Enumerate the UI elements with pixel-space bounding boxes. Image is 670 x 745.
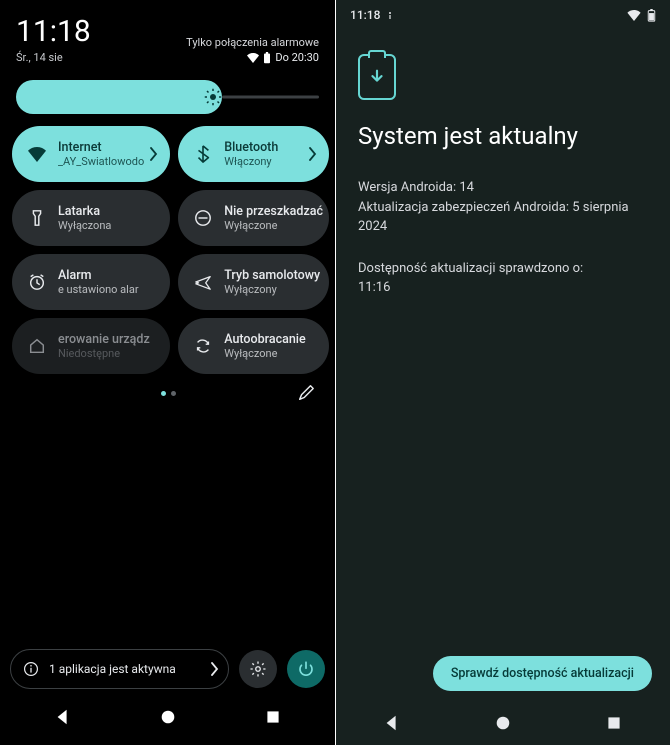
- info-icon: [23, 661, 39, 677]
- checked-time: 11:16: [358, 278, 648, 298]
- tile-sub: Wyłączone: [224, 219, 323, 232]
- brightness-icon: [204, 88, 222, 106]
- gear-icon: [249, 660, 267, 678]
- date-label: Śr., 14 sie: [16, 51, 63, 64]
- tile-label: Autoobracanie: [224, 332, 323, 347]
- rotate-icon: [192, 337, 214, 355]
- tile-airplane[interactable]: Tryb samolotowy Wyłączony: [178, 254, 329, 310]
- wifi-icon: [247, 53, 259, 63]
- home-icon: [26, 337, 48, 355]
- tile-autorotate[interactable]: Autoobracanie Wyłączone: [178, 318, 329, 374]
- nav-bar: [10, 697, 325, 737]
- brightness-slider[interactable]: [0, 70, 335, 126]
- android-version-line: Wersja Androida: 14: [358, 178, 648, 198]
- tile-internet[interactable]: Internet _AY_Swiatlowodo: [12, 126, 170, 182]
- wifi-icon: [627, 10, 641, 21]
- alarm-icon: [26, 273, 48, 291]
- battery-icon: [647, 9, 656, 22]
- battery-icon: [263, 52, 271, 64]
- tile-bluetooth[interactable]: Bluetooth Włączony: [178, 126, 329, 182]
- tile-alarm[interactable]: Alarm e ustawiono alar: [12, 254, 170, 310]
- edit-tiles-button[interactable]: [297, 384, 315, 402]
- tile-label: Nie przeszkadzać: [224, 204, 323, 219]
- qs-tiles: Internet _AY_Swiatlowodo Bluetooth Włącz…: [0, 126, 335, 374]
- power-button[interactable]: [287, 650, 325, 688]
- phone-quick-settings: 11:18 Tylko połączenia alarmowe Śr., 14 …: [0, 0, 335, 745]
- tile-dnd[interactable]: Nie przeszkadzać Wyłączone: [178, 190, 329, 246]
- phone-system-update: 11:18 System jest aktualny Wersja Androi…: [335, 0, 670, 745]
- nav-back-button[interactable]: [43, 697, 83, 737]
- tile-flashlight[interactable]: Latarka Wyłączona: [12, 190, 170, 246]
- battery-until-label: Do 20:30: [275, 51, 319, 64]
- nav-home-button[interactable]: [148, 697, 188, 737]
- tile-label: erowanie urządz: [58, 332, 164, 347]
- wifi-icon: [26, 147, 48, 162]
- nav-home-button[interactable]: [483, 703, 523, 743]
- bluetooth-icon: [192, 145, 214, 163]
- tile-sub: _AY_Swiatlowodo: [58, 155, 144, 168]
- update-phone-icon: [358, 54, 396, 100]
- active-apps-label: 1 aplikacja jest aktywna: [49, 662, 176, 676]
- dnd-icon: [192, 209, 214, 227]
- status-time: 11:18: [350, 8, 380, 22]
- notification-dot-icon: [386, 10, 394, 20]
- airplane-icon: [192, 273, 214, 291]
- tile-label: Internet: [58, 140, 144, 155]
- checked-label: Dostępność aktualizacji sprawdzono o:: [358, 259, 648, 279]
- chevron-right-icon: [144, 147, 164, 161]
- tile-sub: Wyłączone: [224, 347, 323, 360]
- flashlight-icon: [26, 209, 48, 227]
- security-patch-line: Aktualizacja zabezpieczeń Androida: 5 si…: [358, 198, 648, 237]
- chevron-right-icon: [303, 147, 323, 161]
- tile-sub: Wyłączony: [224, 283, 323, 296]
- chevron-right-icon: [210, 662, 220, 676]
- tile-home-control[interactable]: erowanie urządz Niedostępne: [12, 318, 170, 374]
- settings-button[interactable]: [239, 650, 277, 688]
- check-updates-button[interactable]: Sprawdź dostępność aktualizacji: [433, 656, 652, 691]
- nav-bar: [336, 701, 670, 745]
- status-bar: 11:18: [336, 0, 670, 26]
- page-title: System jest aktualny: [358, 122, 648, 150]
- tile-label: Tryb samolotowy: [224, 268, 323, 283]
- nav-back-button[interactable]: [372, 703, 412, 743]
- status-icons: Do 20:30: [247, 51, 319, 64]
- clock-time: 11:18: [16, 14, 91, 49]
- tile-label: Bluetooth: [224, 140, 303, 155]
- nav-recents-button[interactable]: [594, 703, 634, 743]
- qs-header: 11:18 Tylko połączenia alarmowe Śr., 14 …: [0, 0, 335, 70]
- emergency-calls-label: Tylko połączenia alarmowe: [186, 36, 319, 49]
- power-icon: [297, 660, 315, 678]
- page-indicator: [161, 391, 176, 396]
- tile-sub: Włączony: [224, 155, 303, 168]
- nav-recents-button[interactable]: [253, 697, 293, 737]
- tile-sub: Niedostępne: [58, 347, 164, 360]
- tile-sub: Wyłączona: [58, 219, 164, 232]
- tile-label: Alarm: [58, 268, 164, 283]
- tile-label: Latarka: [58, 204, 164, 219]
- active-apps-pill[interactable]: 1 aplikacja jest aktywna: [10, 649, 229, 689]
- tile-sub: e ustawiono alar: [58, 283, 164, 296]
